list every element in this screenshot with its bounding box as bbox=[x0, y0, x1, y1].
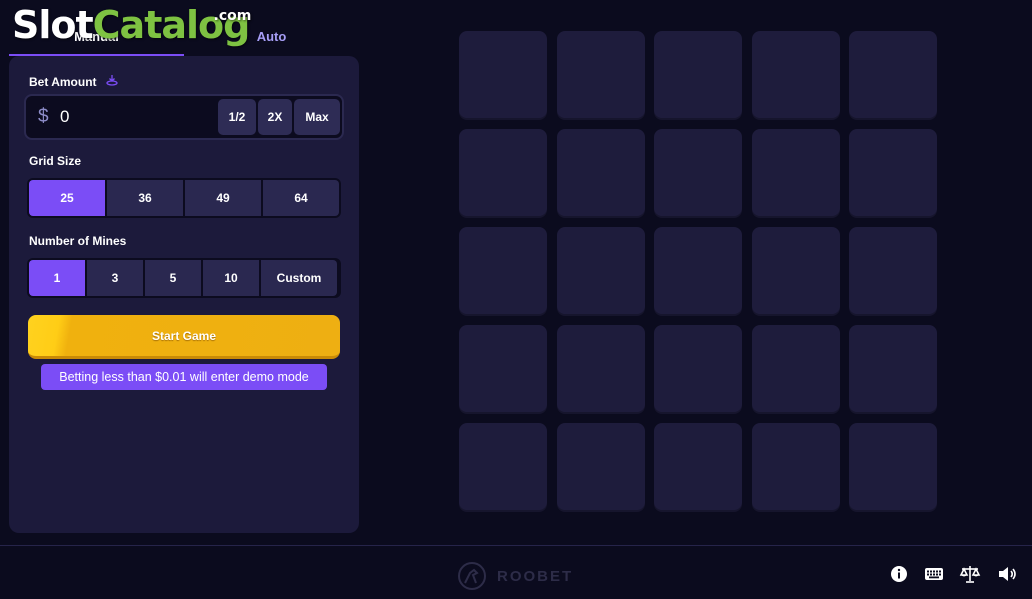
mine-tile[interactable] bbox=[654, 31, 742, 120]
mine-tile[interactable] bbox=[654, 227, 742, 316]
mine-tile[interactable] bbox=[751, 129, 840, 218]
start-game-button[interactable]: Start Game bbox=[28, 315, 340, 359]
mines-option[interactable]: 1 bbox=[29, 260, 85, 296]
mine-tile[interactable] bbox=[751, 227, 840, 316]
slotcatalog-watermark: SlotCatalog .com bbox=[12, 3, 252, 47]
bet-amount-label-row: Bet Amount bbox=[29, 74, 118, 89]
grid-size-label: Grid Size bbox=[29, 154, 82, 168]
currency-symbol: $ bbox=[38, 106, 49, 127]
mine-tile[interactable] bbox=[459, 31, 547, 120]
half-bet-button[interactable]: 1/2 bbox=[218, 99, 256, 135]
mine-tile[interactable] bbox=[556, 227, 645, 316]
mine-tile[interactable] bbox=[849, 227, 937, 316]
mines-board bbox=[459, 31, 938, 512]
grid-size-option[interactable]: 49 bbox=[185, 180, 261, 216]
max-bet-button[interactable]: Max bbox=[294, 99, 340, 135]
info-icon[interactable] bbox=[888, 563, 910, 585]
mine-tile[interactable] bbox=[654, 325, 742, 414]
mine-tile[interactable] bbox=[751, 423, 840, 512]
grid-size-option[interactable]: 25 bbox=[29, 180, 105, 216]
mine-tile[interactable] bbox=[556, 31, 645, 120]
mine-tile[interactable] bbox=[751, 325, 840, 414]
grid-size-selector: 25 36 49 64 bbox=[27, 178, 341, 218]
mines-option-custom[interactable]: Custom bbox=[261, 260, 337, 296]
bet-amount-field: $ 1/2 2X Max bbox=[24, 94, 344, 140]
mine-tile[interactable] bbox=[556, 325, 645, 414]
grid-size-option[interactable]: 36 bbox=[107, 180, 183, 216]
mine-tile[interactable] bbox=[849, 129, 937, 218]
mine-tile[interactable] bbox=[459, 227, 547, 316]
bet-amount-label: Bet Amount bbox=[29, 75, 97, 89]
watermark-com-text: .com bbox=[213, 8, 252, 24]
coins-icon bbox=[106, 74, 118, 89]
mine-tile[interactable] bbox=[654, 129, 742, 218]
mine-tile[interactable] bbox=[556, 129, 645, 218]
footer-bar: ROOBET bbox=[0, 545, 1032, 599]
number-of-mines-label: Number of Mines bbox=[29, 234, 127, 248]
mine-tile[interactable] bbox=[654, 423, 742, 512]
keyboard-icon[interactable] bbox=[923, 563, 945, 585]
demo-mode-notice: Betting less than $0.01 will enter demo … bbox=[41, 364, 327, 390]
mines-option[interactable]: 5 bbox=[145, 260, 201, 296]
volume-icon[interactable] bbox=[996, 563, 1018, 585]
double-bet-button[interactable]: 2X bbox=[258, 99, 292, 135]
mines-option[interactable]: 10 bbox=[203, 260, 259, 296]
mine-tile[interactable] bbox=[849, 325, 937, 414]
mine-tile[interactable] bbox=[459, 423, 547, 512]
roobet-logo: ROOBET bbox=[455, 561, 573, 591]
bet-control-panel: Bet Amount $ 1/2 2X Max Grid Size 25 36 … bbox=[9, 56, 359, 533]
bet-amount-input[interactable] bbox=[60, 105, 210, 129]
balance-scale-icon[interactable] bbox=[959, 563, 981, 585]
mine-tile[interactable] bbox=[849, 423, 937, 512]
roobet-kangaroo-icon bbox=[458, 562, 486, 590]
mine-tile[interactable] bbox=[751, 31, 840, 120]
mine-tile[interactable] bbox=[459, 129, 547, 218]
mine-tile[interactable] bbox=[556, 423, 645, 512]
mines-selector: 1 3 5 10 Custom bbox=[27, 258, 341, 298]
grid-size-option[interactable]: 64 bbox=[263, 180, 339, 216]
mines-option[interactable]: 3 bbox=[87, 260, 143, 296]
mine-tile[interactable] bbox=[849, 31, 937, 120]
watermark-slot-text: Slot bbox=[12, 3, 94, 47]
mine-tile[interactable] bbox=[459, 325, 547, 414]
roobet-brand-text: ROOBET bbox=[497, 567, 574, 585]
